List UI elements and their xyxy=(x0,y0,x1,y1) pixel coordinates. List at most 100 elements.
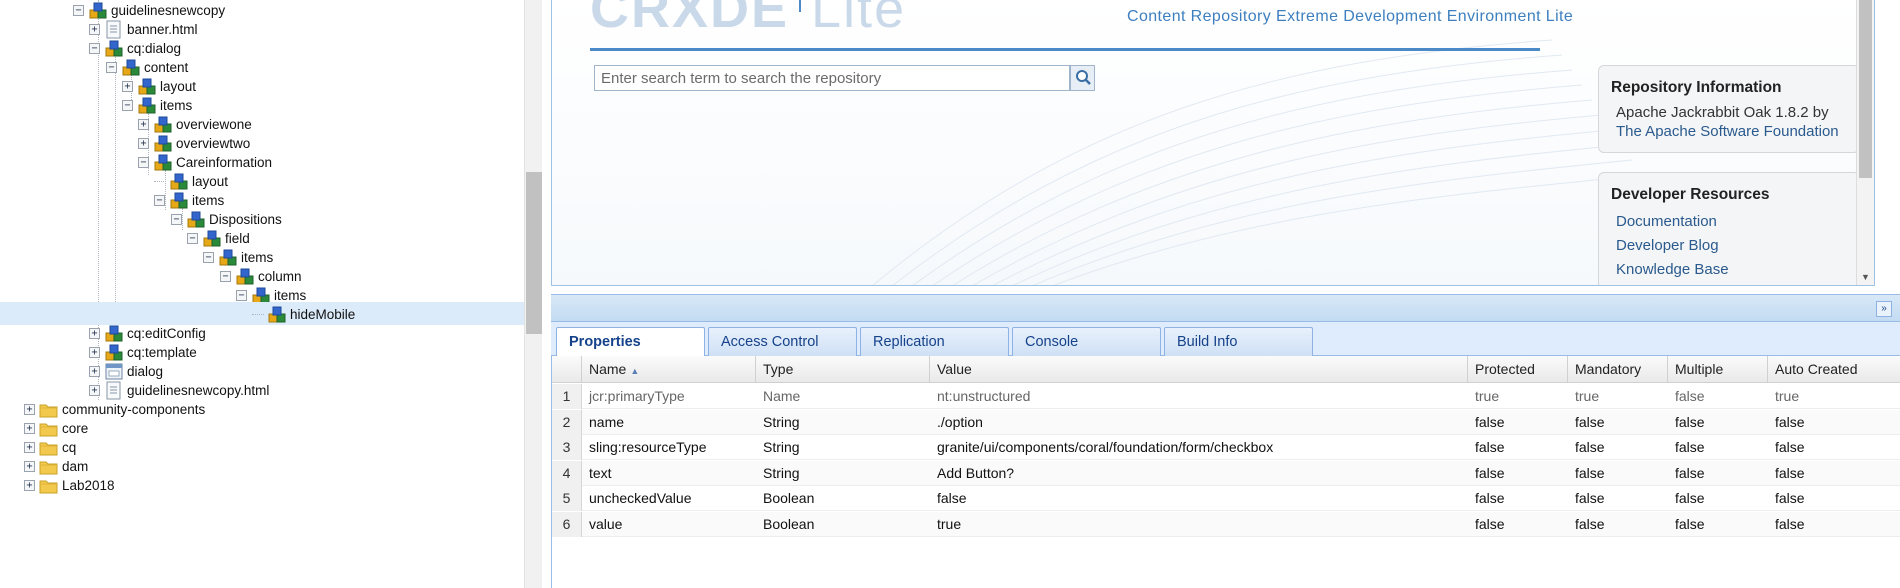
expand-toggle-icon[interactable]: + xyxy=(89,366,100,377)
cell-mandatory[interactable]: false xyxy=(1568,435,1668,460)
cell-type[interactable]: Boolean xyxy=(756,512,930,537)
table-row[interactable]: 6 value Boolean true false false false false xyxy=(552,512,1900,537)
expand-toggle-icon[interactable]: + xyxy=(138,119,149,130)
cell-name[interactable]: uncheckedValue xyxy=(582,486,756,511)
collapse-toggle-icon[interactable]: − xyxy=(89,43,100,54)
table-row[interactable]: 1 jcr:primaryType Name nt:unstructured true t… xyxy=(552,384,1900,409)
collapse-toggle-icon[interactable]: − xyxy=(73,5,84,16)
welcome-scrollbar[interactable]: ▼ xyxy=(1856,0,1874,285)
column-header-multiple[interactable]: Multiple xyxy=(1668,356,1768,383)
apache-link[interactable]: The Apache Software Foundation xyxy=(1616,122,1859,141)
expand-toggle-icon[interactable]: + xyxy=(89,24,100,35)
expand-toggle-icon[interactable]: + xyxy=(138,138,149,149)
column-header-protected[interactable]: Protected xyxy=(1468,356,1568,383)
tab-build-info[interactable]: Build Info xyxy=(1164,327,1313,356)
tab-access-control[interactable]: Access Control xyxy=(708,327,857,356)
collapse-toggle-icon[interactable]: − xyxy=(220,271,231,282)
cell-protected[interactable]: true xyxy=(1468,384,1568,409)
collapse-toggle-icon[interactable]: − xyxy=(106,62,117,73)
column-header-name[interactable]: Name ▲ xyxy=(582,356,756,383)
cell-type[interactable]: String xyxy=(756,435,930,460)
search-input[interactable] xyxy=(594,65,1070,91)
tree-node[interactable]: + Lab2018 xyxy=(0,474,524,497)
cell-type[interactable]: Boolean xyxy=(756,486,930,511)
header-divider xyxy=(590,48,1540,51)
panel-splitter[interactable]: » xyxy=(551,294,1900,322)
cell-auto-created[interactable]: false xyxy=(1768,512,1900,537)
cell-protected[interactable]: false xyxy=(1468,410,1568,435)
search-button[interactable] xyxy=(1070,65,1095,91)
cell-auto-created[interactable]: false xyxy=(1768,410,1900,435)
cell-multiple[interactable]: false xyxy=(1668,486,1768,511)
cell-auto-created[interactable]: false xyxy=(1768,486,1900,511)
cell-auto-created[interactable]: false xyxy=(1768,461,1900,486)
collapse-toggle-icon[interactable]: − xyxy=(187,233,198,244)
column-header-value[interactable]: Value xyxy=(930,356,1468,383)
cell-value[interactable]: nt:unstructured xyxy=(930,384,1468,409)
collapse-panel-button[interactable]: » xyxy=(1876,301,1892,317)
cell-type[interactable]: String xyxy=(756,461,930,486)
cell-protected[interactable]: false xyxy=(1468,461,1568,486)
cell-multiple[interactable]: false xyxy=(1668,461,1768,486)
cell-mandatory[interactable]: false xyxy=(1568,410,1668,435)
expand-toggle-icon[interactable]: + xyxy=(89,328,100,339)
cell-name[interactable]: jcr:primaryType xyxy=(582,384,756,409)
collapse-toggle-icon[interactable]: − xyxy=(236,290,247,301)
column-header-mandatory[interactable]: Mandatory xyxy=(1568,356,1668,383)
collapse-toggle-icon[interactable]: − xyxy=(122,100,133,111)
cell-protected[interactable]: false xyxy=(1468,512,1568,537)
table-row[interactable]: 3 sling:resourceType String granite/ui/comp… xyxy=(552,435,1900,461)
cell-mandatory[interactable]: false xyxy=(1568,461,1668,486)
cell-auto-created[interactable]: false xyxy=(1768,435,1900,460)
cell-mandatory[interactable]: false xyxy=(1568,486,1668,511)
table-row[interactable]: 2 name String ./option false false false false xyxy=(552,409,1900,435)
table-row[interactable]: 4 text String Add Button? false false false fal… xyxy=(552,460,1900,486)
tree-scrollbar[interactable] xyxy=(524,0,542,588)
scroll-down-arrow-icon[interactable]: ▼ xyxy=(1861,272,1870,282)
cell-multiple[interactable]: false xyxy=(1668,435,1768,460)
expand-toggle-icon[interactable]: + xyxy=(89,385,100,396)
expand-toggle-icon[interactable]: + xyxy=(24,461,35,472)
cell-name[interactable]: value xyxy=(582,512,756,537)
cell-value[interactable]: ./option xyxy=(930,410,1468,435)
welcome-panel: CRXDE Lite Content Repository Extreme Dev… xyxy=(551,0,1875,286)
cell-multiple[interactable]: false xyxy=(1668,384,1768,409)
cell-protected[interactable]: false xyxy=(1468,435,1568,460)
expand-toggle-icon[interactable]: + xyxy=(89,347,100,358)
tree-scrollbar-thumb[interactable] xyxy=(526,172,542,334)
knowledge-base-link[interactable]: Knowledge Base xyxy=(1616,258,1859,282)
tab-properties[interactable]: Properties xyxy=(556,327,705,357)
expand-toggle-icon[interactable]: + xyxy=(122,81,133,92)
expand-toggle-icon[interactable]: + xyxy=(24,480,35,491)
expand-toggle-icon[interactable]: + xyxy=(24,442,35,453)
expand-toggle-icon[interactable]: + xyxy=(24,423,35,434)
cell-value[interactable]: Add Button? xyxy=(930,461,1468,486)
cell-type[interactable]: Name xyxy=(756,384,930,409)
cell-multiple[interactable]: false xyxy=(1668,512,1768,537)
collapse-toggle-icon[interactable]: − xyxy=(138,157,149,168)
tab-console[interactable]: Console xyxy=(1012,327,1161,356)
table-row[interactable]: 5 uncheckedValue Boolean false false false fal… xyxy=(552,486,1900,512)
tab-replication[interactable]: Replication xyxy=(860,327,1009,356)
cell-name[interactable]: name xyxy=(582,410,756,435)
expand-toggle-icon[interactable]: + xyxy=(24,404,35,415)
cell-value[interactable]: true xyxy=(930,512,1468,537)
cell-protected[interactable]: false xyxy=(1468,486,1568,511)
cell-mandatory[interactable]: true xyxy=(1568,384,1668,409)
cell-multiple[interactable]: false xyxy=(1668,410,1768,435)
collapse-toggle-icon[interactable]: − xyxy=(203,252,214,263)
cell-value[interactable]: granite/ui/components/coral/foundation/f… xyxy=(930,435,1468,460)
welcome-scrollbar-thumb[interactable] xyxy=(1859,0,1872,178)
cell-value[interactable]: false xyxy=(930,486,1468,511)
documentation-link[interactable]: Documentation xyxy=(1616,210,1859,234)
collapse-toggle-icon[interactable]: − xyxy=(171,214,182,225)
cell-type[interactable]: String xyxy=(756,410,930,435)
column-header-type[interactable]: Type xyxy=(756,356,930,383)
cell-name[interactable]: sling:resourceType xyxy=(582,435,756,460)
collapse-toggle-icon[interactable]: − xyxy=(154,195,165,206)
column-header-auto-created[interactable]: Auto Created xyxy=(1768,356,1900,383)
cell-name[interactable]: text xyxy=(582,461,756,486)
cell-mandatory[interactable]: false xyxy=(1568,512,1668,537)
developer-blog-link[interactable]: Developer Blog xyxy=(1616,234,1859,258)
cell-auto-created[interactable]: true xyxy=(1768,384,1900,409)
